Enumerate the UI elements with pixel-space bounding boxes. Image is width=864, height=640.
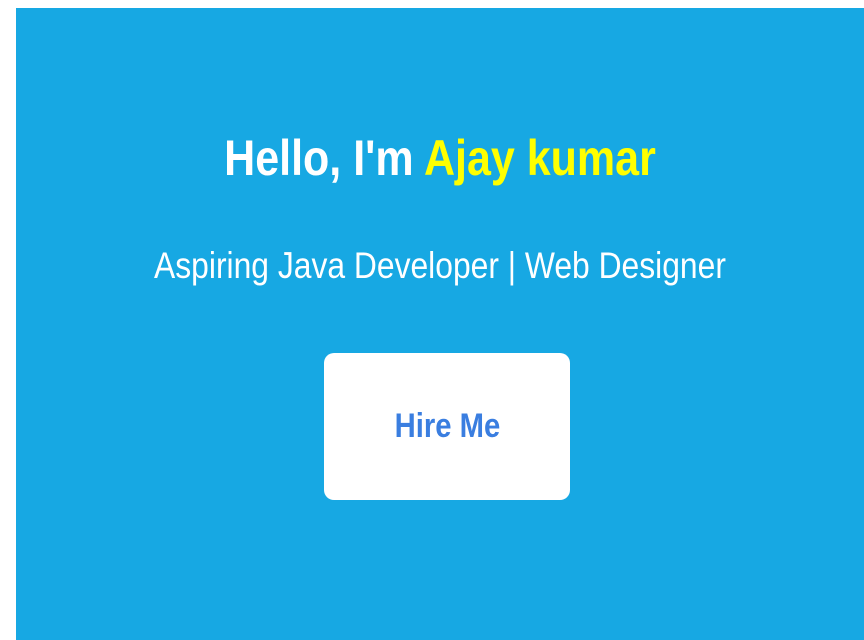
hero-name: Ajay kumar xyxy=(423,130,656,186)
hero-section: Hello, I'm Ajay kumar Aspiring Java Deve… xyxy=(16,8,864,640)
hero-title: Hello, I'm Ajay kumar xyxy=(75,118,804,198)
hire-me-button[interactable]: Hire Me xyxy=(324,353,570,500)
hero-subtitle: Aspiring Java Developer | Web Designer xyxy=(154,245,726,286)
greeting-text: Hello, I'm xyxy=(224,130,424,186)
hire-me-label: Hire Me xyxy=(394,407,500,445)
